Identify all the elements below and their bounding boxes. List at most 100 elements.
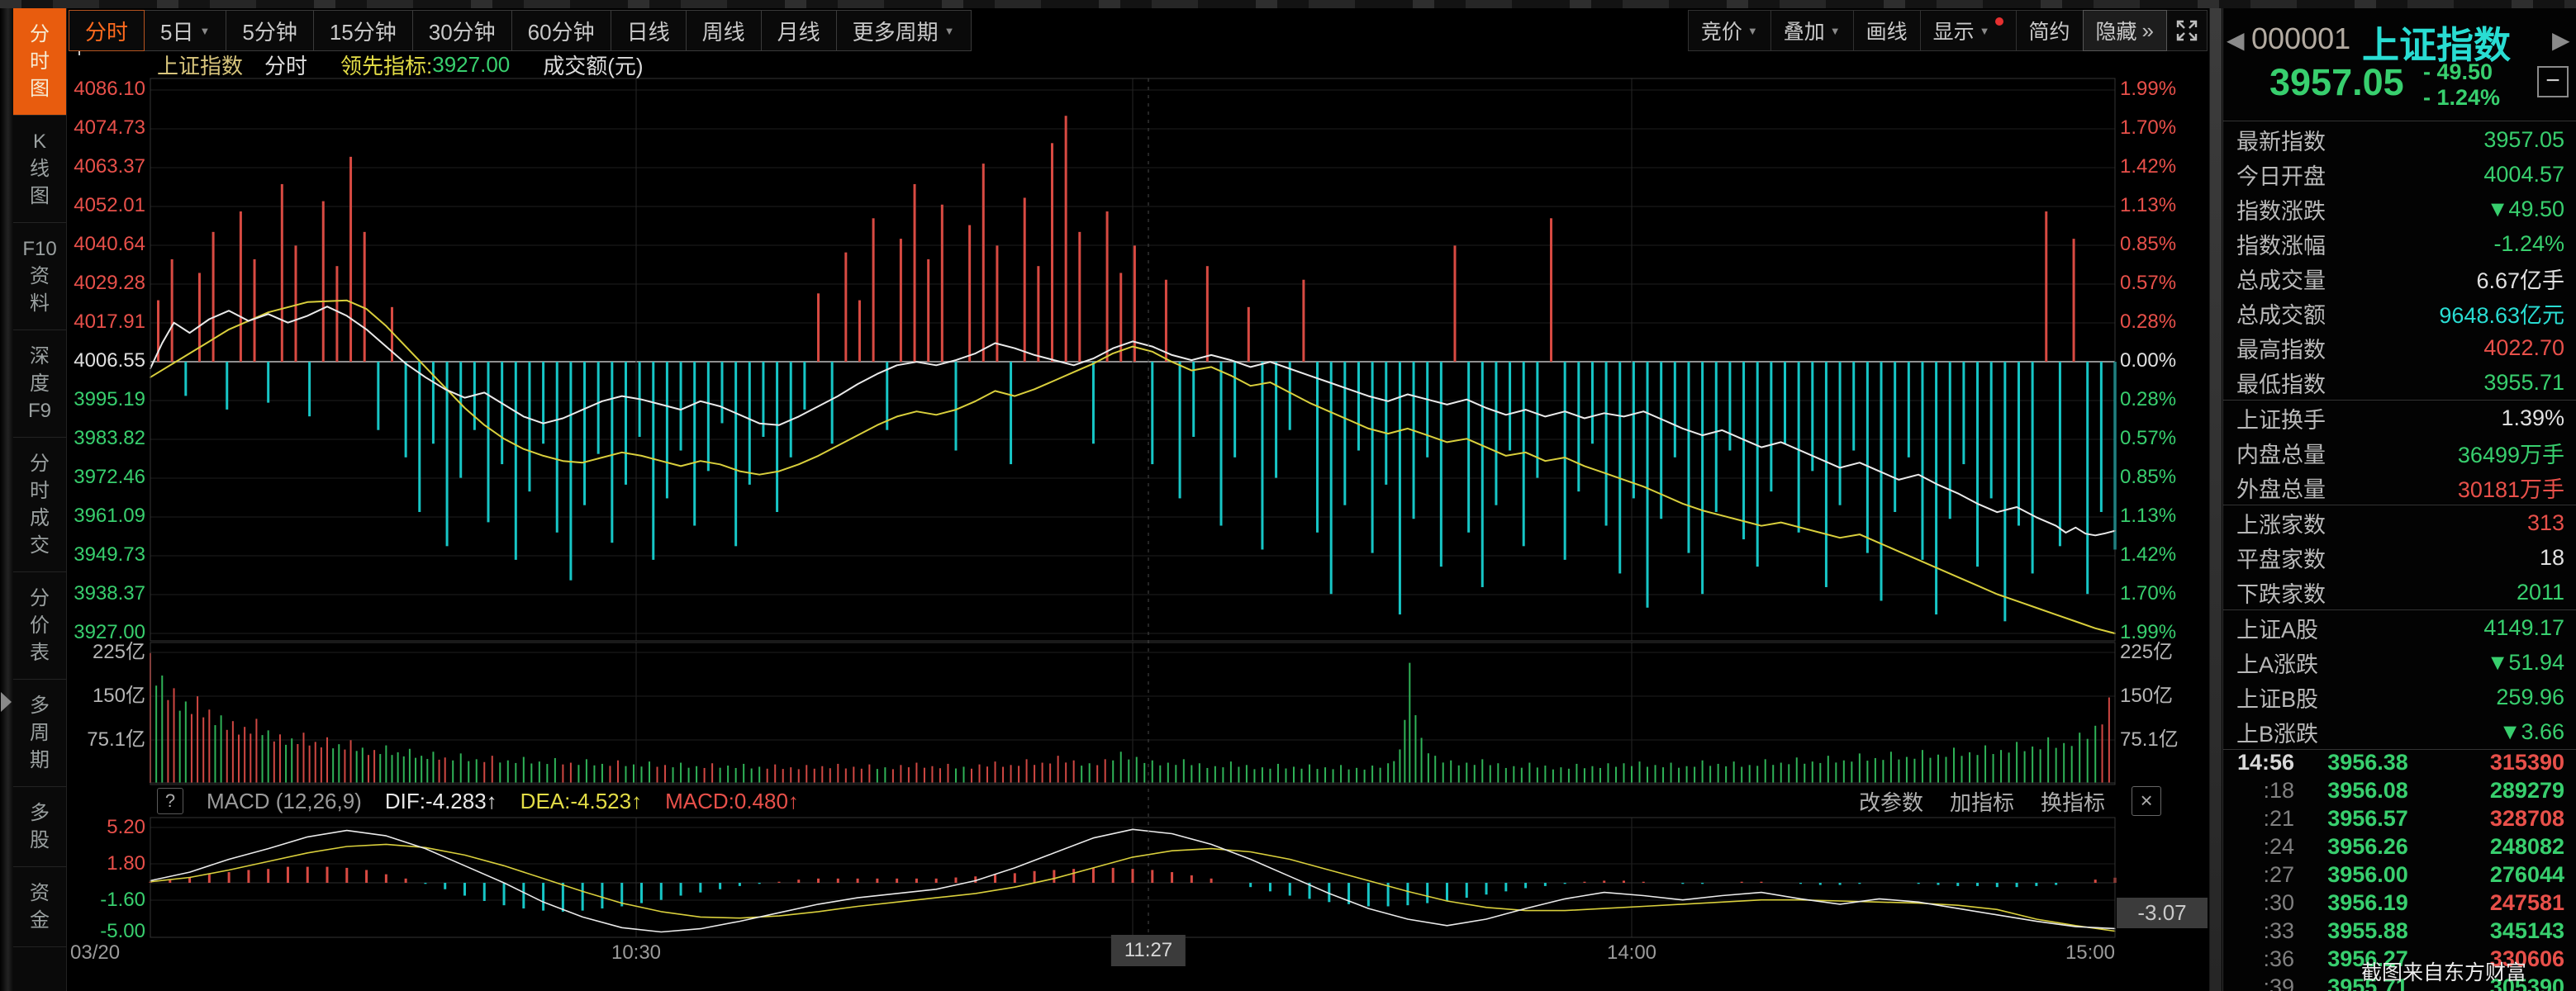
up-arrow-icon: ↑ — [788, 789, 799, 813]
percent-axis-label: 0.57% — [2120, 273, 2219, 294]
tab-label: 周线 — [702, 16, 745, 46]
period-tabs: 分时 5日 ▼ 5分钟 15分钟 30分钟 60分钟 日线 周线 月线 更多周期 ▼ — [69, 10, 972, 51]
time-axis-label: 14:00 — [1607, 941, 1656, 965]
price-axis-label: 4074.73 — [46, 117, 145, 139]
button-label: 隐藏 — [2096, 16, 2137, 45]
percent-axis-label: 1.99% — [2120, 78, 2219, 100]
price-axis-label: 4086.10 — [46, 78, 145, 100]
tab-monthly[interactable]: 月线 — [761, 10, 837, 51]
tab-label: 日线 — [627, 16, 670, 46]
chart-header: 上证指数 分时 领先指标: 3927.00 成交额(元) — [157, 51, 644, 78]
app-window: 分时图K线图F10资料深度F9分时成交分价表多周期多股资金 分时5日▼5分钟15… — [0, 0, 2576, 991]
macd-axis-label: -5.00 — [46, 921, 145, 942]
overlay-button[interactable]: 叠加 ▼ — [1770, 10, 1854, 51]
price-axis-label: 3995.19 — [46, 389, 145, 410]
percent-axis-label: 1.42% — [2120, 156, 2219, 178]
macd-actions: 改参数加指标换指标 × — [1859, 786, 2161, 816]
auction-button[interactable]: 竞价 ▼ — [1688, 10, 1771, 51]
chart-mode-label: 分时 — [264, 50, 307, 80]
percent-axis-label: 0.57% — [2120, 428, 2219, 449]
volume-axis-label: 75.1亿 — [46, 729, 145, 751]
macd-axis-label: -1.60 — [46, 889, 145, 911]
tab-label: 30分钟 — [429, 16, 496, 46]
chevron-down-icon: ▼ — [1980, 25, 1990, 37]
macd-axis-label: 5.20 — [46, 817, 145, 838]
volume-axis-label: 150亿 — [2120, 685, 2219, 707]
tab-60min[interactable]: 60分钟 — [511, 10, 611, 51]
volume-axis-label: 225亿 — [2120, 642, 2219, 663]
fullscreen-button[interactable] — [2166, 10, 2208, 51]
chevron-down-icon: ▼ — [199, 25, 210, 37]
button-label: 显示 — [1933, 16, 1975, 45]
switch-indicator-link[interactable]: 换指标 — [2041, 786, 2105, 817]
tab-label: 60分钟 — [528, 16, 595, 46]
price-axis-label: 4029.28 — [46, 273, 145, 294]
percent-axis-label: 1.13% — [2120, 505, 2219, 527]
macd-indicator-name: MACD (12,26,9) — [207, 789, 362, 814]
time-axis-label: 10:30 — [611, 941, 661, 965]
up-arrow-icon: ↑ — [631, 789, 642, 813]
tab-30min[interactable]: 30分钟 — [412, 10, 512, 51]
watermark: 截图来自东方财富 — [2361, 956, 2526, 986]
button-label: 竞价 — [1701, 16, 1742, 45]
leading-indicator-value: 3927.00 — [432, 52, 510, 78]
double-chevron-icon: » — [2142, 18, 2154, 44]
tab-label: 5日 — [160, 16, 193, 46]
macd-axis-label: 1.80 — [46, 853, 145, 875]
price-axis-label: 3972.46 — [46, 467, 145, 488]
draw-line-button[interactable]: 画线 — [1853, 10, 1921, 51]
percent-axis-label: 0.28% — [2120, 311, 2219, 333]
crosshair-macd-value: -3.07 — [2117, 898, 2208, 928]
percent-axis-label: 1.42% — [2120, 544, 2219, 566]
button-label: 画线 — [1866, 16, 1908, 45]
tab-5min[interactable]: 5分钟 — [226, 10, 313, 51]
tab-label: 分时 — [85, 16, 128, 46]
chart-toolbar-right: 竞价 ▼ 叠加 ▼ 画线显示 ▼ 简约隐藏» — [1689, 10, 2208, 51]
price-axis-label: 3961.09 — [46, 505, 145, 527]
percent-axis-label: 0.28% — [2120, 389, 2219, 410]
tab-daily[interactable]: 日线 — [611, 10, 687, 51]
tab-15min[interactable]: 15分钟 — [313, 10, 413, 51]
chart-title: 上证指数 — [157, 50, 243, 80]
tab-intraday[interactable]: 分时 — [69, 10, 145, 51]
tab-more-periods[interactable]: 更多周期 ▼ — [836, 10, 972, 51]
price-axis-label: 4040.64 — [46, 234, 145, 255]
price-axis-label: 4006.55 — [46, 350, 145, 372]
price-axis-label: 3938.37 — [46, 583, 145, 605]
tab-weekly[interactable]: 周线 — [686, 10, 762, 51]
chevron-down-icon: ▼ — [1747, 25, 1758, 37]
volume-axis-label: 150亿 — [46, 685, 145, 707]
chevron-down-icon: ▼ — [944, 25, 955, 37]
time-axis-label: 03/20 — [70, 941, 120, 965]
macd-dea-value: DEA:-4.523↑ — [520, 789, 642, 814]
tab-5day[interactable]: 5日 ▼ — [144, 10, 226, 51]
button-label: 简约 — [2029, 16, 2070, 45]
button-label: 叠加 — [1784, 16, 1825, 45]
hide-button[interactable]: 隐藏» — [2083, 10, 2167, 51]
tab-label: 15分钟 — [330, 16, 397, 46]
tab-label: 更多周期 — [853, 16, 939, 46]
volume-axis-label: 225亿 — [46, 642, 145, 663]
display-button[interactable]: 显示 ▼ — [1920, 10, 2017, 51]
tab-label: 5分钟 — [242, 16, 297, 46]
price-axis-label: 4017.91 — [46, 311, 145, 333]
chevron-down-icon: ▼ — [1830, 25, 1841, 37]
percent-axis-label: 1.70% — [2120, 583, 2219, 605]
percent-axis-label: 0.00% — [2120, 350, 2219, 372]
percent-axis-label: 0.85% — [2120, 467, 2219, 488]
percent-axis-label: 1.70% — [2120, 117, 2219, 139]
add-indicator-link[interactable]: 加指标 — [1950, 786, 2014, 817]
close-icon[interactable]: × — [2132, 786, 2161, 816]
percent-axis-label: 1.13% — [2120, 195, 2219, 216]
price-axis-label: 3983.82 — [46, 428, 145, 449]
change-params-link[interactable]: 改参数 — [1859, 786, 1923, 817]
simple-mode-button[interactable]: 简约 — [2016, 10, 2084, 51]
time-axis-label: 15:00 — [2065, 941, 2115, 965]
chart-canvas[interactable] — [0, 0, 2576, 991]
tab-label: 月线 — [777, 16, 820, 46]
up-arrow-icon: ↑ — [487, 789, 497, 813]
help-icon[interactable]: ? — [157, 788, 183, 814]
macd-hist-value: MACD:0.480↑ — [665, 789, 799, 814]
turnover-label: 成交额(元) — [543, 50, 643, 80]
notification-dot — [1995, 17, 2003, 26]
